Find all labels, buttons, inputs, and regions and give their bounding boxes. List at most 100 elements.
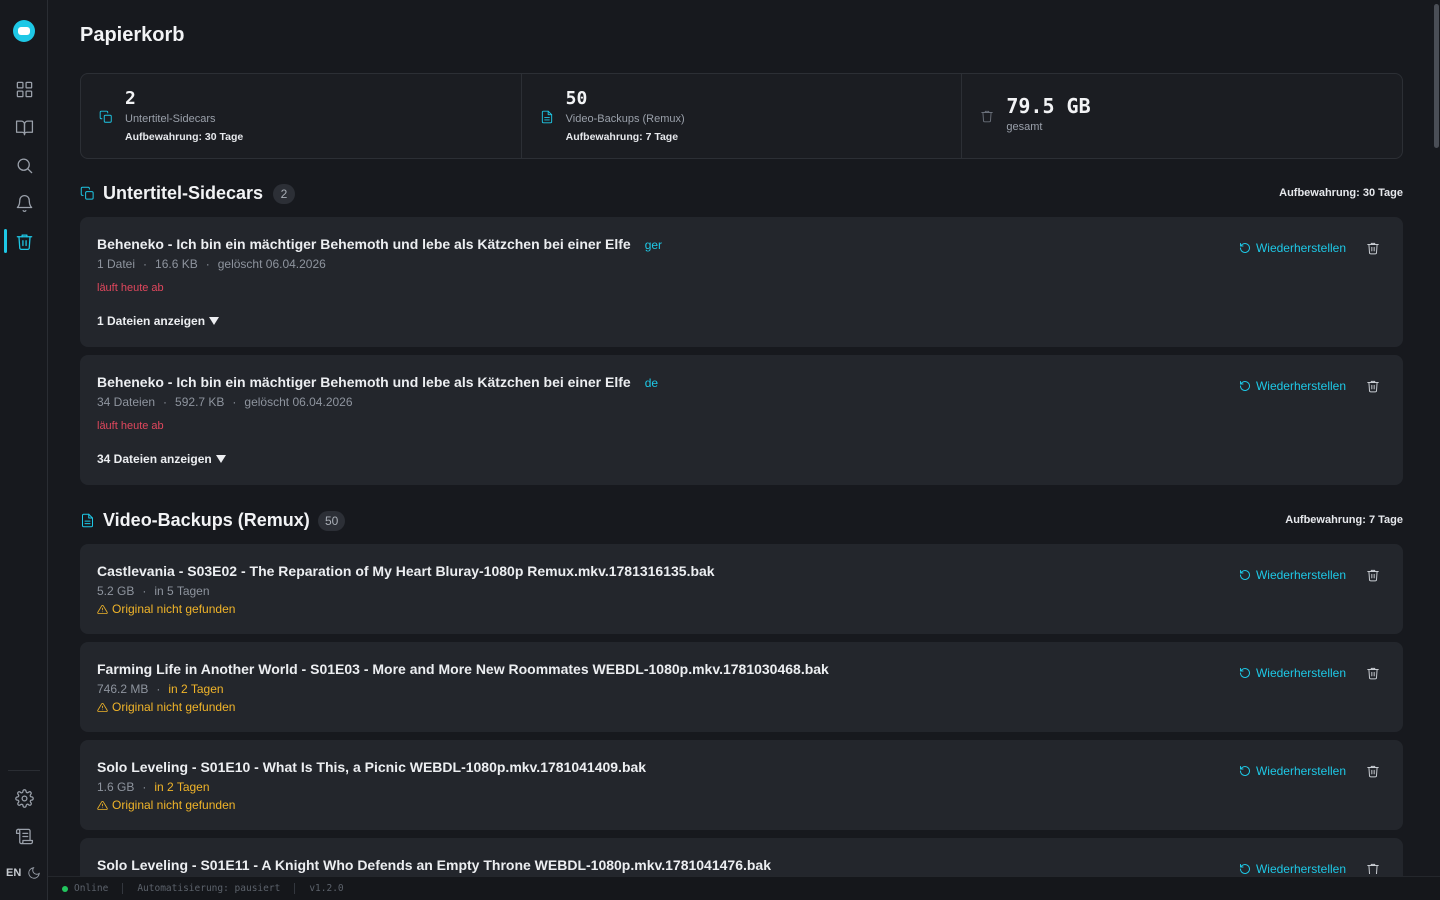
language-tag: ger — [644, 238, 663, 252]
trash-icon — [16, 234, 32, 250]
warning-notice: Original nicht gefunden — [97, 700, 235, 714]
stat-value: 50 — [565, 88, 588, 109]
expires-in: in 2 Tagen — [168, 682, 224, 696]
nav-library[interactable] — [12, 115, 36, 139]
show-files-toggle[interactable]: 34 Dateien anzeigen — [97, 452, 226, 466]
page-title: Papierkorb — [80, 24, 185, 46]
expires-in: in 2 Tagen — [154, 780, 210, 794]
scroll-icon — [15, 828, 33, 844]
bell-icon — [16, 194, 32, 212]
file-icon — [540, 110, 554, 124]
section-header-videos: Video-Backups (Remux) 50 Aufbewahrung: 7… — [80, 508, 1403, 534]
restore-icon — [1239, 243, 1250, 253]
delete-button[interactable] — [1366, 764, 1380, 778]
scrollbar-thumb[interactable] — [1434, 4, 1439, 148]
file-size: 16.6 KB — [155, 257, 198, 271]
card-meta: 34 Dateien · 592.7 KB · gelöscht 06.04.2026 — [97, 395, 353, 409]
stat-videos: 50 Video-Backups (Remux) Aufbewahrung: 7… — [522, 74, 963, 158]
moon-icon[interactable] — [27, 866, 41, 880]
expiry-notice: läuft heute ab — [97, 420, 164, 432]
card-meta: 1.6 GB · in 2 Tagen — [97, 780, 210, 794]
stat-total: 79.5 GB gesamt — [962, 74, 1402, 158]
delete-button[interactable] — [1366, 241, 1380, 255]
file-count: 34 Dateien — [97, 395, 156, 409]
section-title: Untertitel-Sidecars — [103, 183, 264, 203]
status-automation: Automatisierung: pausiert — [137, 883, 281, 894]
item-title: Farming Life in Another World - S01E03 -… — [97, 661, 829, 677]
trash-icon — [1367, 667, 1379, 680]
stats-panel: 2 Untertitel-Sidecars Aufbewahrung: 30 T… — [80, 73, 1403, 159]
item-title: Solo Leveling - S01E11 - A Knight Who De… — [97, 857, 771, 873]
toggle-label: 34 Dateien anzeigen — [97, 452, 212, 466]
restore-button[interactable]: Wiederherstellen — [1239, 666, 1346, 680]
search-icon — [17, 158, 32, 173]
restore-button[interactable]: Wiederherstellen — [1239, 862, 1346, 876]
delete-button[interactable] — [1366, 379, 1380, 393]
restore-icon — [1239, 864, 1250, 874]
copy-icon — [99, 110, 113, 124]
toggle-label: 1 Dateien anzeigen — [97, 314, 206, 328]
status-version: v1.2.0 — [309, 883, 344, 894]
nav-settings[interactable] — [12, 786, 36, 810]
app-logo[interactable] — [13, 20, 35, 42]
section-header-subtitles: Untertitel-Sidecars 2 Aufbewahrung: 30 T… — [80, 181, 1403, 207]
nav-notifications[interactable] — [12, 191, 36, 215]
video-card: Castlevania - S03E02 - The Reparation of… — [80, 544, 1403, 634]
active-indicator — [4, 229, 7, 253]
file-icon — [80, 513, 95, 528]
trash-icon — [1367, 863, 1379, 874]
file-size: 592.7 KB — [175, 395, 225, 409]
file-size: 5.2 GB — [97, 584, 135, 598]
trash-icon — [1367, 569, 1379, 582]
warning-icon — [97, 604, 108, 614]
item-title: Beheneko - Ich bin ein mächtiger Behemot… — [97, 374, 631, 390]
file-count: 1 Datei — [97, 257, 136, 271]
status-separator — [122, 883, 124, 894]
restore-label: Wiederherstellen — [1255, 379, 1346, 393]
show-files-toggle[interactable]: 1 Dateien anzeigen — [97, 314, 220, 328]
language-tag: de — [644, 376, 659, 390]
trash-icon — [1367, 242, 1379, 255]
section-retention: Aufbewahrung: 30 Tage — [1279, 187, 1403, 199]
gear-icon — [14, 788, 34, 808]
restore-icon — [1239, 570, 1250, 580]
nav-search[interactable] — [12, 153, 36, 177]
card-title: Beheneko - Ich bin ein mächtiger Behemot… — [97, 236, 662, 252]
restore-button[interactable]: Wiederherstellen — [1239, 241, 1346, 255]
nav-trash[interactable] — [12, 229, 36, 253]
subtitle-card: Beheneko - Ich bin ein mächtiger Behemot… — [80, 355, 1403, 485]
language-switch[interactable]: EN — [6, 867, 21, 879]
warning-notice: Original nicht gefunden — [97, 602, 235, 616]
nav-dashboard[interactable] — [12, 77, 36, 101]
status-online: Online — [74, 883, 109, 894]
nav-logs[interactable] — [12, 824, 36, 848]
delete-button[interactable] — [1366, 666, 1380, 680]
restore-label: Wiederherstellen — [1255, 241, 1346, 255]
status-separator — [294, 883, 296, 894]
subtitle-card: Beheneko - Ich bin ein mächtiger Behemot… — [80, 217, 1403, 347]
restore-button[interactable]: Wiederherstellen — [1239, 764, 1346, 778]
delete-button[interactable] — [1366, 568, 1380, 582]
stat-value: 79.5 GB — [1006, 94, 1091, 118]
restore-button[interactable]: Wiederherstellen — [1239, 568, 1346, 582]
scrollbar[interactable] — [1432, 0, 1440, 876]
warning-text: Original nicht gefunden — [112, 700, 236, 714]
restore-label: Wiederherstellen — [1255, 568, 1346, 582]
caret-down-icon — [209, 317, 220, 325]
restore-icon — [1239, 381, 1250, 391]
status-bar: Online Automatisierung: pausiert v1.2.0 — [48, 876, 1440, 900]
item-title: Beheneko - Ich bin ein mächtiger Behemot… — [97, 236, 631, 252]
section-count-badge: 50 — [318, 511, 346, 531]
stat-retention: Aufbewahrung: 7 Tage — [565, 131, 679, 143]
sidebar: EN — [0, 0, 48, 900]
item-title: Solo Leveling - S01E10 - What Is This, a… — [97, 759, 647, 775]
delete-button[interactable] — [1366, 862, 1380, 874]
trash-icon — [1367, 380, 1379, 393]
expires-in: in 5 Tagen — [154, 584, 210, 598]
video-card: Solo Leveling - S01E11 - A Knight Who De… — [80, 838, 1403, 876]
restore-button[interactable]: Wiederherstellen — [1239, 379, 1346, 393]
file-size: 1.6 GB — [97, 780, 135, 794]
trash-icon — [980, 109, 994, 123]
stat-label: Untertitel-Sidecars — [125, 113, 216, 125]
grid-icon — [16, 81, 32, 97]
